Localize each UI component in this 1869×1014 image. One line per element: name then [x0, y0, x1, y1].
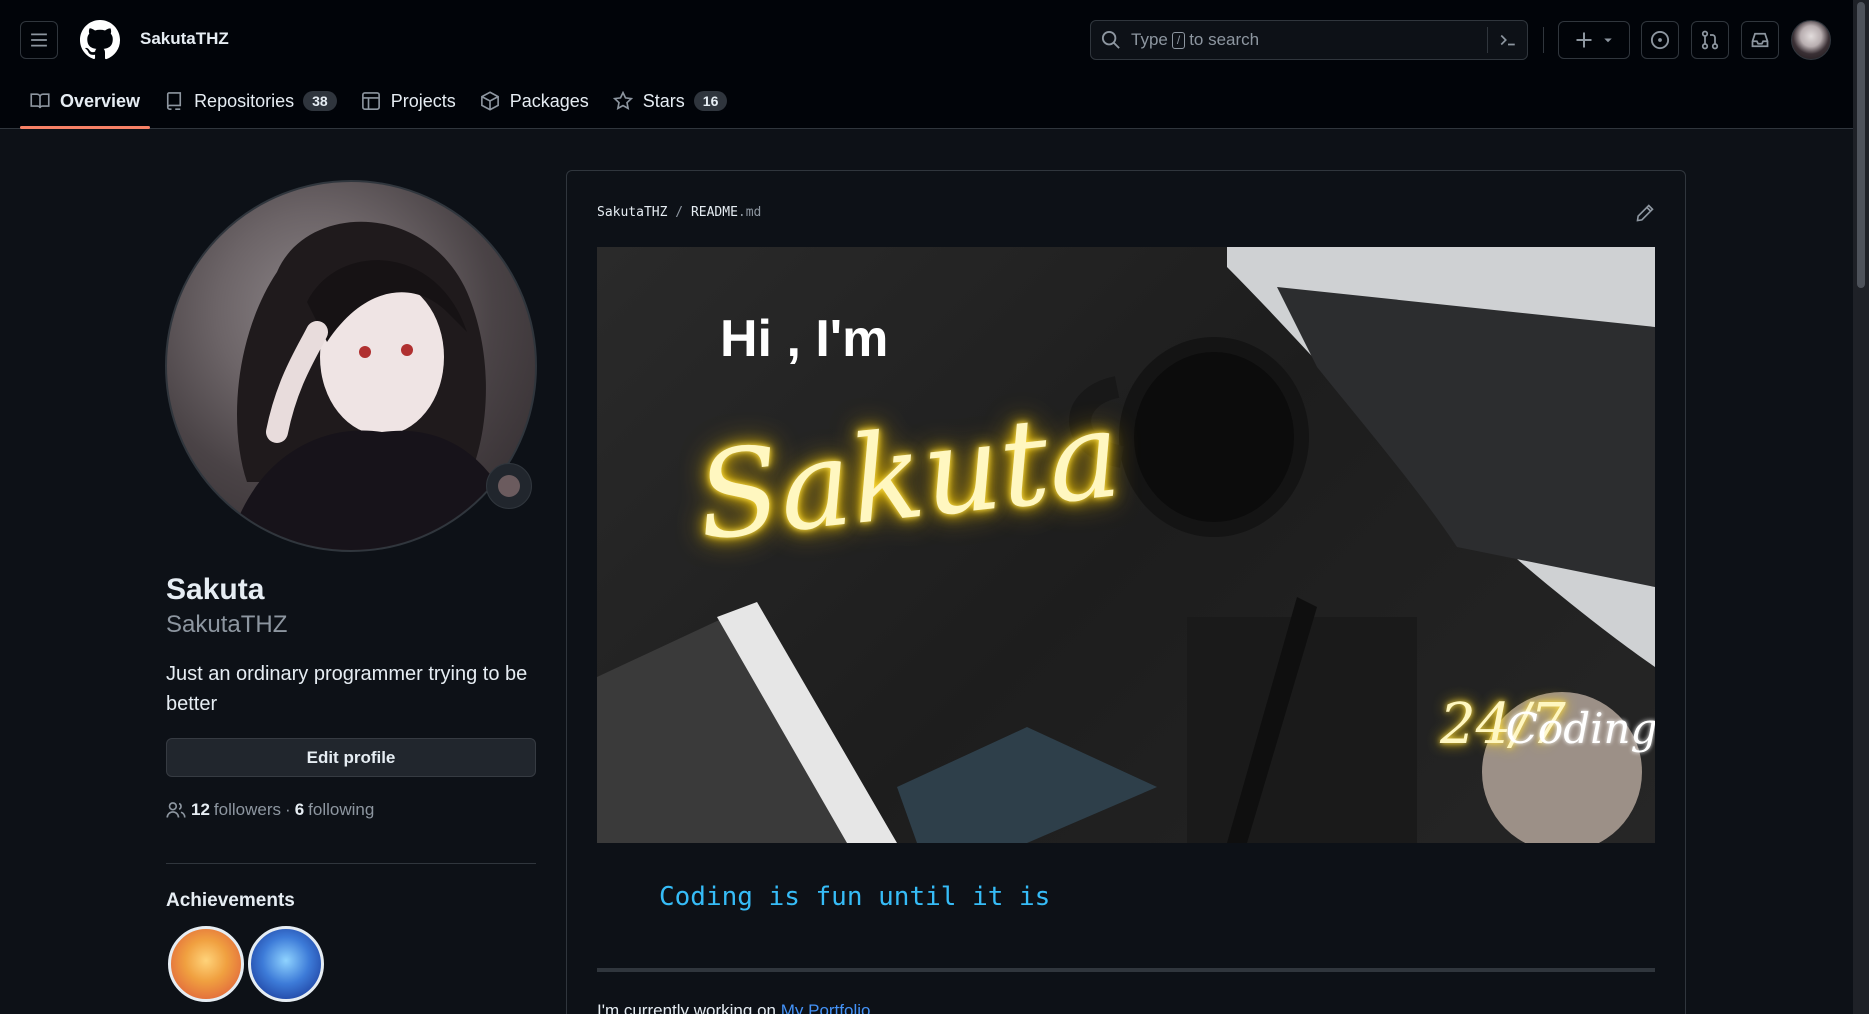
issues-icon — [1650, 30, 1670, 50]
profile-tabs: Overview Repositories 38 Projects Packag… — [0, 80, 741, 129]
banner-neon-corner: 24/7Coding — [1440, 692, 1655, 757]
chevron-down-icon — [1604, 38, 1612, 43]
profile-fullname: Sakuta — [166, 573, 265, 606]
search-input[interactable]: Type / to search — [1090, 20, 1528, 60]
achievement-badge-yolo[interactable] — [168, 926, 244, 1002]
sidebar-divider — [166, 863, 536, 864]
readme-typing-tagline: Coding is fun until it is — [659, 882, 1051, 912]
readme-divider — [597, 968, 1655, 972]
banner-neon-corner-alt: Coding — [1505, 704, 1655, 753]
readme-path-user[interactable]: SakutaTHZ — [597, 205, 667, 220]
tab-repositories-label: Repositories — [194, 90, 295, 111]
achievement-badge-shark[interactable] — [248, 926, 324, 1002]
status-emoji-icon — [498, 475, 520, 497]
page-scrollbar[interactable] — [1853, 0, 1869, 1014]
following-label: following — [308, 800, 375, 819]
search-placeholder-prefix: Type — [1131, 30, 1168, 49]
header-username[interactable]: SakutaTHZ — [140, 29, 229, 49]
hamburger-icon — [31, 33, 47, 47]
book-icon — [30, 93, 50, 109]
search-shortcut-key: / — [1171, 31, 1186, 49]
search-placeholder-suffix: to search — [1189, 30, 1260, 49]
create-new-button[interactable] — [1558, 21, 1630, 59]
global-header: SakutaTHZ Type / to search Overview Repo… — [0, 0, 1853, 129]
readme-banner-image: Hi , I'm Sakuta 24/7Coding — [597, 247, 1655, 843]
tab-stars-label: Stars — [642, 90, 685, 111]
followers-count: 12 — [191, 800, 210, 819]
tab-overview-label: Overview — [60, 90, 141, 111]
edit-profile-button[interactable]: Edit profile — [166, 738, 536, 777]
table-icon — [361, 92, 380, 110]
profile-avatar[interactable] — [165, 180, 537, 552]
tab-overview[interactable]: Overview — [20, 80, 151, 129]
repo-icon — [166, 92, 182, 110]
readme-card: SakutaTHZ / README.md Hi , I'm Sakuta 24… — [566, 170, 1686, 1014]
issues-button[interactable] — [1641, 21, 1679, 59]
following-count: 6 — [294, 800, 305, 819]
banner-greeting: Hi , I'm — [720, 310, 889, 368]
status-emoji-button[interactable] — [486, 463, 532, 509]
header-divider — [1543, 27, 1544, 53]
tab-packages-label: Packages — [509, 90, 589, 111]
tab-projects-label: Projects — [390, 90, 456, 111]
tab-stars[interactable]: Stars 16 — [603, 80, 738, 122]
readme-path-separator: / — [675, 205, 684, 220]
command-palette-button[interactable] — [1487, 27, 1527, 53]
user-avatar-menu[interactable] — [1791, 20, 1831, 60]
tab-projects[interactable]: Projects — [351, 80, 466, 122]
command-palette-icon — [1500, 34, 1515, 46]
followers-link[interactable]: 12 followers — [191, 800, 281, 820]
people-icon — [166, 802, 186, 818]
readme-path: SakutaTHZ / README.md — [597, 205, 761, 220]
profile-bio: Just an ordinary programmer trying to be… — [166, 663, 528, 715]
tab-repositories[interactable]: Repositories 38 — [154, 80, 347, 122]
bullet-text: I'm currently working on — [597, 1001, 776, 1014]
hamburger-menu-button[interactable] — [20, 21, 58, 59]
following-link[interactable]: 6 following — [295, 800, 375, 820]
github-profile-page: SakutaTHZ Type / to search Overview Repo… — [0, 0, 1869, 1014]
achievements-title: Achievements — [166, 890, 295, 911]
repositories-counter: 38 — [303, 91, 337, 111]
pull-requests-button[interactable] — [1691, 21, 1729, 59]
portfolio-link[interactable]: My Portfolio — [781, 1001, 871, 1014]
search-icon — [1101, 30, 1120, 49]
pull-requests-icon — [1701, 30, 1719, 50]
star-icon — [612, 91, 633, 110]
followers-label: followers — [213, 800, 282, 819]
inbox-button[interactable] — [1741, 21, 1779, 59]
readme-bullet: I'm currently working on My Portfolio — [597, 1001, 870, 1014]
stars-counter: 16 — [693, 91, 728, 111]
profile-login: SakutaTHZ — [166, 611, 288, 638]
readme-path-file: README — [690, 205, 738, 220]
avatar-illustration — [228, 221, 526, 550]
tab-packages[interactable]: Packages — [470, 80, 599, 122]
scrollbar-thumb[interactable] — [1857, 2, 1865, 288]
package-icon — [480, 91, 499, 111]
plus-icon — [1576, 32, 1592, 48]
follow-stats: 12 followers · 6 following — [166, 800, 374, 820]
github-logo-icon[interactable] — [80, 20, 120, 60]
readme-path-ext: .md — [737, 205, 762, 220]
inbox-icon — [1751, 32, 1769, 48]
follow-separator: · — [285, 800, 291, 819]
pencil-icon[interactable] — [1635, 203, 1655, 223]
